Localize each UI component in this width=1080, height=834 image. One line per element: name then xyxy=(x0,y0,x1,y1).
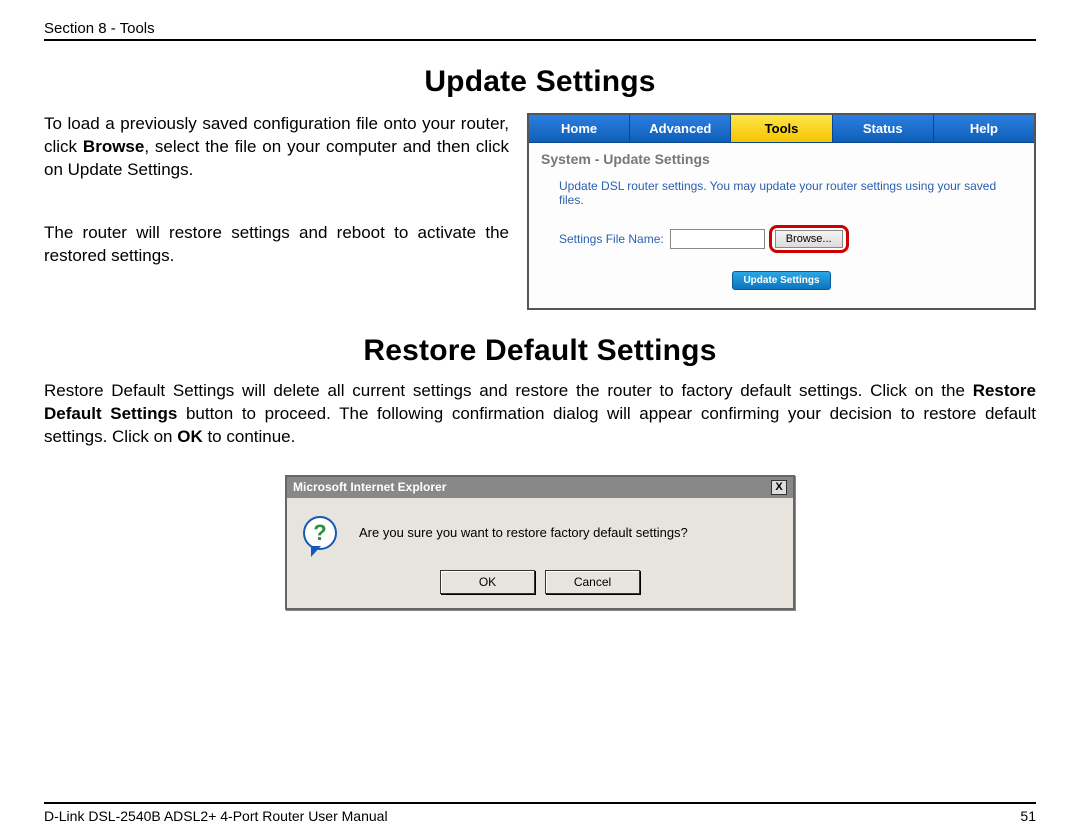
panel-description: Update DSL router settings. You may upda… xyxy=(559,179,1022,207)
question-mark: ? xyxy=(313,522,326,544)
page-number: 51 xyxy=(1020,808,1036,824)
settings-file-input[interactable] xyxy=(670,229,765,249)
close-button[interactable]: X xyxy=(771,480,787,495)
tab-tools[interactable]: Tools xyxy=(731,115,832,142)
tab-help[interactable]: Help xyxy=(934,115,1034,142)
dialog-title: Microsoft Internet Explorer xyxy=(293,480,446,494)
panel-heading: System - Update Settings xyxy=(541,151,1022,167)
restore-title: Restore Default Settings xyxy=(44,334,1036,368)
footer-left: D-Link DSL-2540B ADSL2+ 4-Port Router Us… xyxy=(44,808,388,824)
browse-highlight: Browse... xyxy=(769,225,849,253)
tab-status[interactable]: Status xyxy=(833,115,934,142)
confirm-dialog: Microsoft Internet Explorer X ? Are you … xyxy=(285,475,795,610)
router-tabs: Home Advanced Tools Status Help xyxy=(529,115,1034,143)
question-icon: ? xyxy=(303,516,337,550)
update-title: Update Settings xyxy=(44,65,1036,99)
restore-p-bold2: OK xyxy=(177,427,203,446)
tab-home[interactable]: Home xyxy=(529,115,630,142)
file-label: Settings File Name: xyxy=(559,232,664,246)
tab-advanced[interactable]: Advanced xyxy=(630,115,731,142)
restore-p-a: Restore Default Settings will delete all… xyxy=(44,381,973,400)
cancel-button[interactable]: Cancel xyxy=(545,570,640,594)
restore-p-c: to continue. xyxy=(203,427,296,446)
update-description: To load a previously saved configuration… xyxy=(44,113,509,310)
browse-button[interactable]: Browse... xyxy=(775,230,843,248)
update-settings-button[interactable]: Update Settings xyxy=(732,271,830,290)
router-panel: Home Advanced Tools Status Help System -… xyxy=(527,113,1036,310)
page-footer: D-Link DSL-2540B ADSL2+ 4-Port Router Us… xyxy=(44,802,1036,824)
update-p2: The router will restore settings and reb… xyxy=(44,222,509,268)
section-header: Section 8 - Tools xyxy=(44,20,1036,41)
restore-paragraph: Restore Default Settings will delete all… xyxy=(44,380,1036,449)
dialog-text: Are you sure you want to restore factory… xyxy=(359,525,688,540)
update-p1-bold: Browse xyxy=(83,137,144,156)
ok-button[interactable]: OK xyxy=(440,570,535,594)
